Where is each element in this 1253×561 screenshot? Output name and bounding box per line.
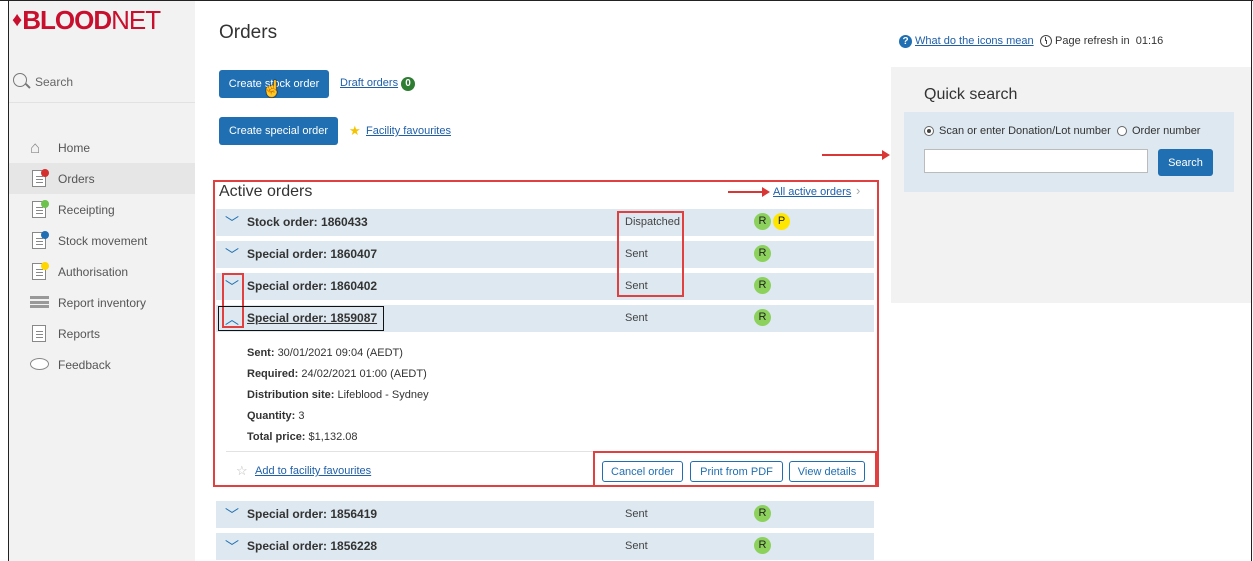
frame-right-line xyxy=(1251,0,1252,561)
page-title: Orders xyxy=(219,22,278,43)
sidebar-nav: ⌂ Home Orders Receipting Stock movement … xyxy=(9,132,195,380)
page-refresh-text: Page refresh in 01:16 xyxy=(1055,35,1163,47)
sidebar-item-label: Stock movement xyxy=(58,233,148,248)
stock-movement-icon xyxy=(30,231,49,249)
quick-search-title: Quick search xyxy=(924,86,1018,103)
sidebar-item-home[interactable]: ⌂ Home xyxy=(9,132,195,163)
logo-bold-text: BLOOD xyxy=(22,5,112,35)
help-icon: ? xyxy=(899,35,912,48)
sidebar-item-label: Orders xyxy=(58,171,95,186)
icons-help-link[interactable]: What do the icons mean xyxy=(915,35,1034,47)
chevron-down-icon[interactable]: ﹀ xyxy=(225,505,239,525)
annotation-box-status xyxy=(617,211,684,297)
sidebar-item-authorisation[interactable]: Authorisation xyxy=(9,256,195,287)
quick-search-input[interactable] xyxy=(924,149,1148,173)
draft-orders-label: Draft orders xyxy=(340,77,399,89)
feedback-icon xyxy=(30,356,49,373)
sidebar-item-orders[interactable]: Orders xyxy=(9,163,195,194)
logo-thin-text: NET xyxy=(111,5,161,35)
reports-icon xyxy=(30,325,49,342)
authorisation-icon xyxy=(30,262,49,280)
order-status: Sent xyxy=(625,508,648,520)
sidebar-search-label: Search xyxy=(35,75,74,89)
annotation-box-order-link xyxy=(218,306,384,331)
arrow-icon xyxy=(728,187,770,197)
radio-order-label: Order number xyxy=(1132,125,1201,137)
quick-search-button[interactable]: Search xyxy=(1158,149,1213,176)
sidebar-item-label: Authorisation xyxy=(58,264,129,279)
orders-icon xyxy=(30,169,49,187)
sidebar-item-label: Report inventory xyxy=(58,295,147,310)
order-row[interactable]: ﹀ Special order: 1856419 Sent R xyxy=(216,501,874,528)
r-badge-icon: R xyxy=(754,505,771,522)
radio-scan-donation[interactable] xyxy=(924,126,934,136)
report-inventory-icon xyxy=(30,294,49,311)
radio-order-number[interactable] xyxy=(1117,126,1127,136)
create-special-order-button[interactable]: Create special order xyxy=(219,117,338,145)
order-status: Sent xyxy=(625,540,648,552)
sidebar-item-label: Feedback xyxy=(58,357,111,372)
annotation-box-active-orders xyxy=(213,180,879,487)
order-label: Special order: 1856228 xyxy=(247,539,378,553)
facility-favourites-link[interactable]: Facility favourites xyxy=(366,125,451,137)
chevron-down-icon[interactable]: ﹀ xyxy=(225,537,239,557)
sidebar-item-label: Reports xyxy=(58,326,101,341)
radio-scan-label: Scan or enter Donation/Lot number xyxy=(939,125,1111,137)
order-label: Special order: 1856419 xyxy=(247,507,378,521)
sidebar-item-stock-movement[interactable]: Stock movement xyxy=(9,225,195,256)
hand-cursor-icon: ☝ xyxy=(262,81,282,98)
sidebar-item-label: Receipting xyxy=(58,202,115,217)
draft-orders-link[interactable]: Draft orders 0 xyxy=(340,77,416,91)
sidebar-item-report-inventory[interactable]: Report inventory xyxy=(9,287,195,318)
draft-count-badge: 0 xyxy=(401,77,416,91)
home-icon: ⌂ xyxy=(30,138,41,157)
search-icon xyxy=(13,73,27,87)
clock-icon xyxy=(1040,35,1052,47)
refresh-time: 01:16 xyxy=(1135,35,1164,47)
r-badge-icon: R xyxy=(754,537,771,554)
refresh-label: Page refresh in xyxy=(1055,35,1130,47)
annotation-box-actions xyxy=(593,451,877,487)
arrow-icon xyxy=(822,150,890,160)
receipting-icon xyxy=(30,200,49,218)
bloodnet-logo[interactable]: ♦BLOODNET xyxy=(12,5,161,36)
sidebar-search[interactable]: Search xyxy=(9,67,195,103)
order-row[interactable]: ﹀ Special order: 1856228 Sent R xyxy=(216,533,874,560)
sidebar-item-feedback[interactable]: Feedback xyxy=(9,349,195,380)
star-icon: ★ xyxy=(349,123,361,138)
sidebar-item-label: Home xyxy=(58,140,91,155)
sidebar: ♦BLOODNET Search ⌂ Home Orders Receiptin… xyxy=(9,1,195,561)
blood-drop-icon: ♦ xyxy=(12,9,22,31)
sidebar-item-reports[interactable]: Reports xyxy=(9,318,195,349)
sidebar-item-receipting[interactable]: Receipting xyxy=(9,194,195,225)
